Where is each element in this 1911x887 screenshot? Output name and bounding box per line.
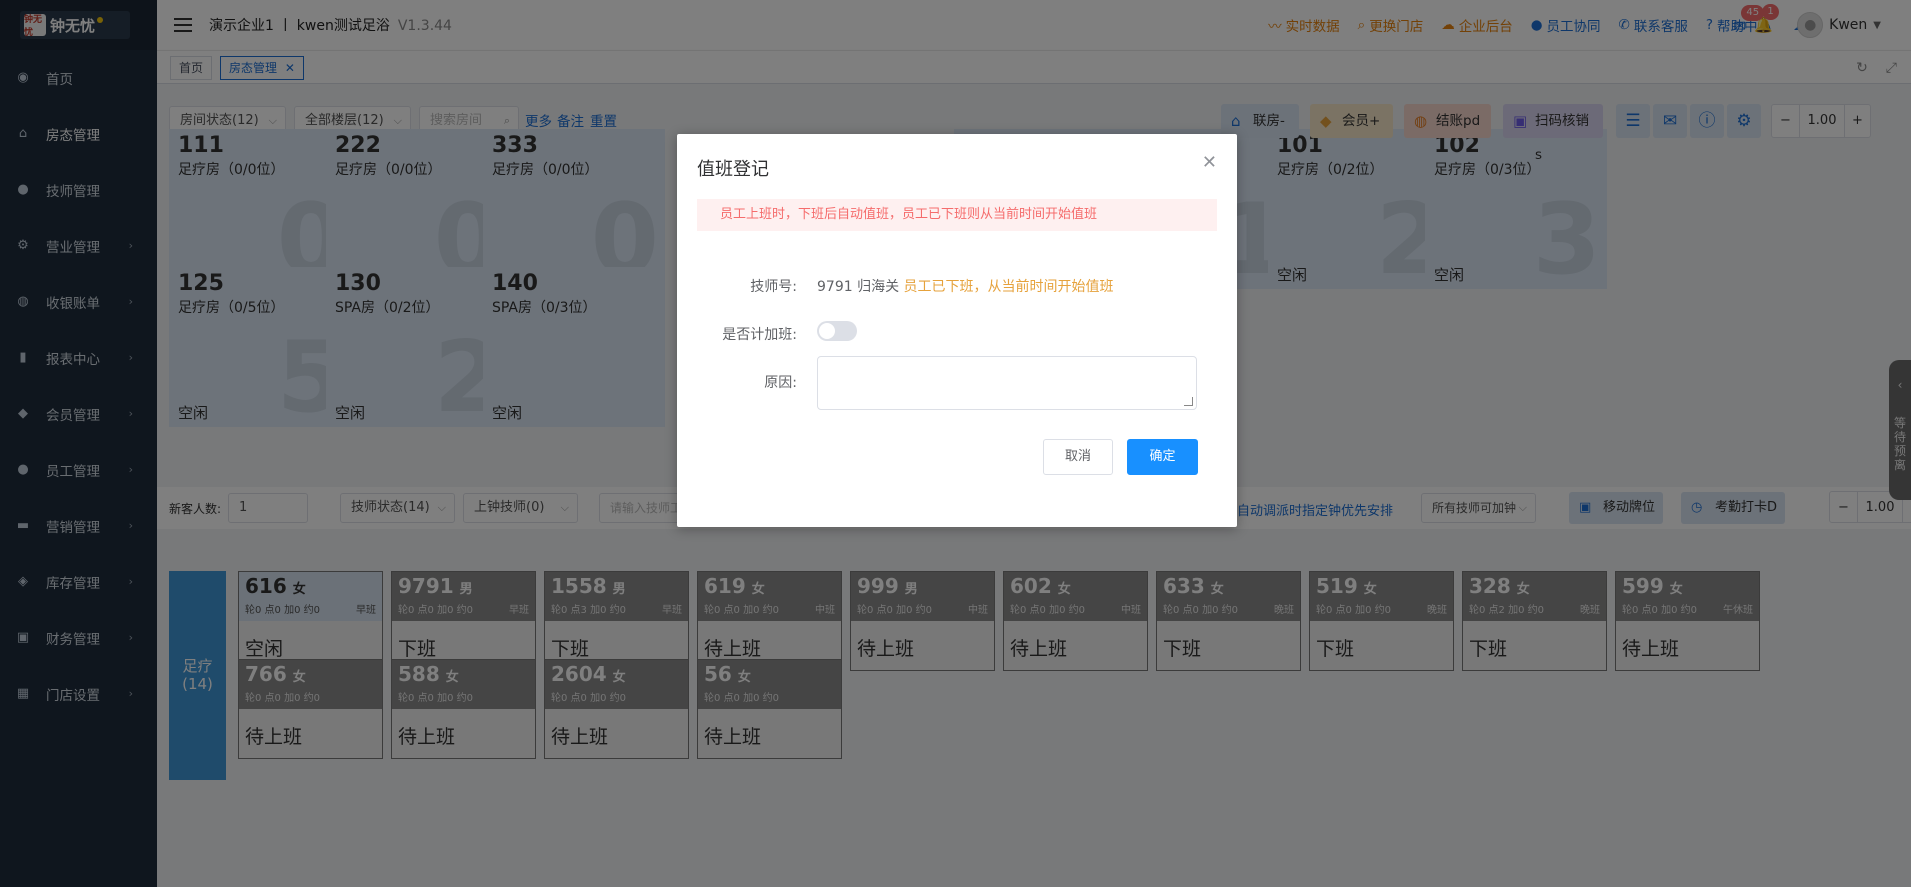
reason-label: 原因:: [764, 375, 797, 391]
tech-label: 技师号:: [750, 279, 797, 295]
tech-warning: 员工已下班，从当前时间开始值班: [903, 279, 1114, 295]
confirm-button[interactable]: 确定: [1127, 439, 1198, 475]
close-icon[interactable]: ✕: [1202, 152, 1217, 173]
tech-value-wrap: 9791 归海关 员工已下班，从当前时间开始值班: [817, 276, 1114, 296]
overtime-label: 是否计加班:: [722, 327, 797, 343]
switch-knob: [819, 323, 835, 339]
tech-value: 9791 归海关: [817, 279, 900, 295]
reason-textarea[interactable]: [817, 356, 1197, 410]
alert-message: 员工上班时，下班后自动值班，员工已下班则从当前时间开始值班: [697, 199, 1217, 231]
dialog-title: 值班登记: [697, 159, 769, 180]
resize-grip-icon[interactable]: [1184, 397, 1193, 406]
duty-register-dialog: 值班登记 ✕ 员工上班时，下班后自动值班，员工已下班则从当前时间开始值班 技师号…: [677, 134, 1237, 527]
cancel-button[interactable]: 取消: [1043, 439, 1113, 475]
overtime-switch[interactable]: [817, 321, 857, 341]
